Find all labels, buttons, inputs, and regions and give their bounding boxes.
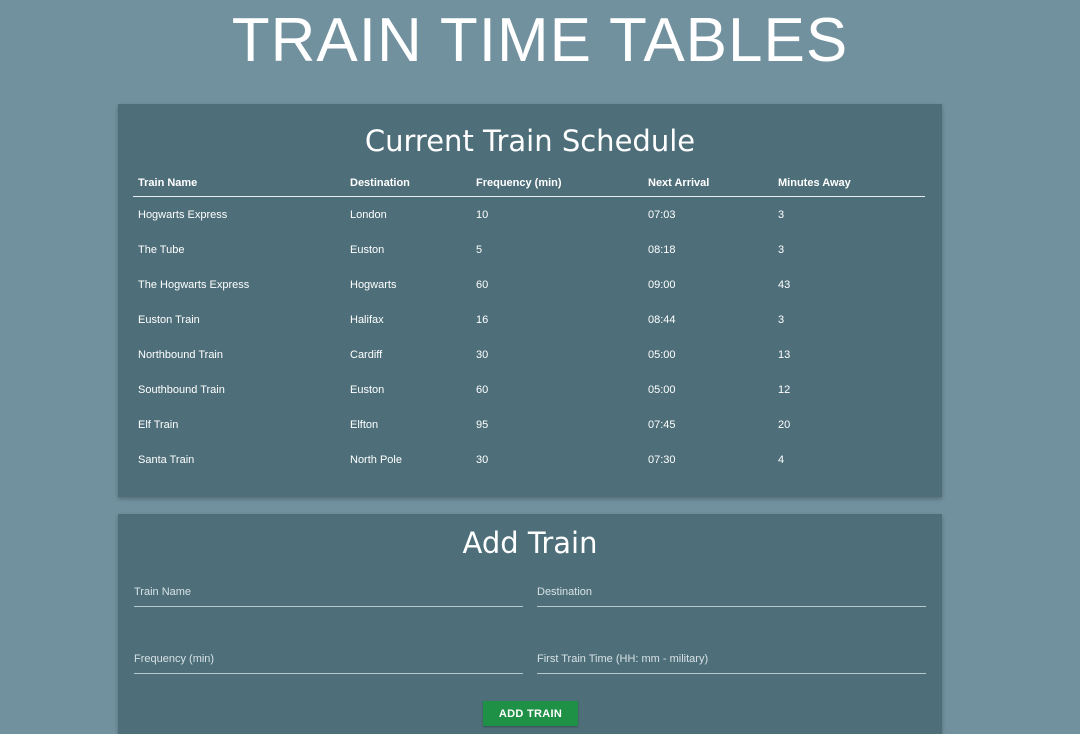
cell-destination: Cardiff <box>350 348 383 361</box>
cell-train-name: Southbound Train <box>138 383 225 396</box>
schedule-card: Current Train Schedule Train Name Destin… <box>118 104 942 497</box>
cell-next-arrival: 08:44 <box>648 313 676 326</box>
cell-train-name: Santa Train <box>138 453 195 466</box>
cell-destination: North Pole <box>350 453 402 466</box>
first-train-time-input[interactable] <box>537 647 926 671</box>
cell-next-arrival: 08:18 <box>648 243 676 256</box>
table-header-row: Train Name Destination Frequency (min) N… <box>133 170 925 197</box>
cell-frequency: 60 <box>476 278 489 291</box>
cell-train-name: Hogwarts Express <box>138 208 228 221</box>
page-title: TRAIN TIME TABLES <box>231 6 849 75</box>
frequency-input[interactable] <box>134 647 523 671</box>
cell-destination: Hogwarts <box>350 278 397 291</box>
cell-frequency: 30 <box>476 348 489 361</box>
schedule-title: Current Train Schedule <box>364 124 696 158</box>
cell-frequency: 10 <box>476 208 489 221</box>
first-train-time-field <box>537 647 926 674</box>
table-row: Euston Train Halifax 16 08:44 3 <box>133 302 925 337</box>
cell-next-arrival: 05:00 <box>648 348 676 361</box>
cell-frequency: 5 <box>476 243 483 256</box>
cell-minutes-away: 20 <box>778 418 791 431</box>
table-row: Hogwarts Express London 10 07:03 3 <box>133 197 925 233</box>
cell-next-arrival: 07:45 <box>648 418 676 431</box>
cell-train-name: Euston Train <box>138 313 200 326</box>
column-header-minutes-away: Minutes Away <box>773 170 925 197</box>
add-train-button[interactable]: ADD TRAIN <box>483 701 578 726</box>
cell-frequency: 60 <box>476 383 489 396</box>
column-header-train-name: Train Name <box>133 170 345 197</box>
cell-next-arrival: 05:00 <box>648 383 676 396</box>
cell-minutes-away: 3 <box>778 208 785 221</box>
table-row: Southbound Train Euston 60 05:00 12 <box>133 372 925 407</box>
cell-train-name: Elf Train <box>138 418 179 431</box>
column-header-next-arrival: Next Arrival <box>643 170 773 197</box>
table-row: The Tube Euston 5 08:18 3 <box>133 232 925 267</box>
cell-minutes-away: 3 <box>778 243 785 256</box>
destination-field <box>537 580 926 607</box>
cell-next-arrival: 07:03 <box>648 208 676 221</box>
table-row: The Hogwarts Express Hogwarts 60 09:00 43 <box>133 267 925 302</box>
add-train-title: Add Train <box>462 526 598 560</box>
cell-destination: Halifax <box>350 313 384 326</box>
frequency-field <box>134 647 523 674</box>
cell-destination: London <box>350 208 387 221</box>
destination-input[interactable] <box>537 580 926 604</box>
cell-minutes-away: 12 <box>778 383 791 396</box>
schedule-table: Train Name Destination Frequency (min) N… <box>133 170 925 477</box>
table-row: Northbound Train Cardiff 30 05:00 13 <box>133 337 925 372</box>
cell-destination: Elfton <box>350 418 379 431</box>
cell-minutes-away: 3 <box>778 313 785 326</box>
cell-destination: Euston <box>350 243 385 256</box>
table-row: Elf Train Elfton 95 07:45 20 <box>133 407 925 442</box>
train-name-field <box>134 580 523 607</box>
cell-next-arrival: 09:00 <box>648 278 676 291</box>
add-train-card: Add Train ADD TRAIN <box>118 514 942 734</box>
cell-minutes-away: 4 <box>778 453 785 466</box>
cell-next-arrival: 07:30 <box>648 453 676 466</box>
train-name-input[interactable] <box>134 580 523 604</box>
cell-destination: Euston <box>350 383 385 396</box>
cell-train-name: Northbound Train <box>138 348 223 361</box>
cell-frequency: 16 <box>476 313 489 326</box>
cell-train-name: The Hogwarts Express <box>138 278 250 291</box>
cell-minutes-away: 43 <box>778 278 791 291</box>
table-row: Santa Train North Pole 30 07:30 4 <box>133 442 925 477</box>
column-header-destination: Destination <box>345 170 471 197</box>
column-header-frequency: Frequency (min) <box>471 170 643 197</box>
cell-frequency: 95 <box>476 418 489 431</box>
cell-train-name: The Tube <box>138 243 185 256</box>
cell-frequency: 30 <box>476 453 489 466</box>
cell-minutes-away: 13 <box>778 348 791 361</box>
